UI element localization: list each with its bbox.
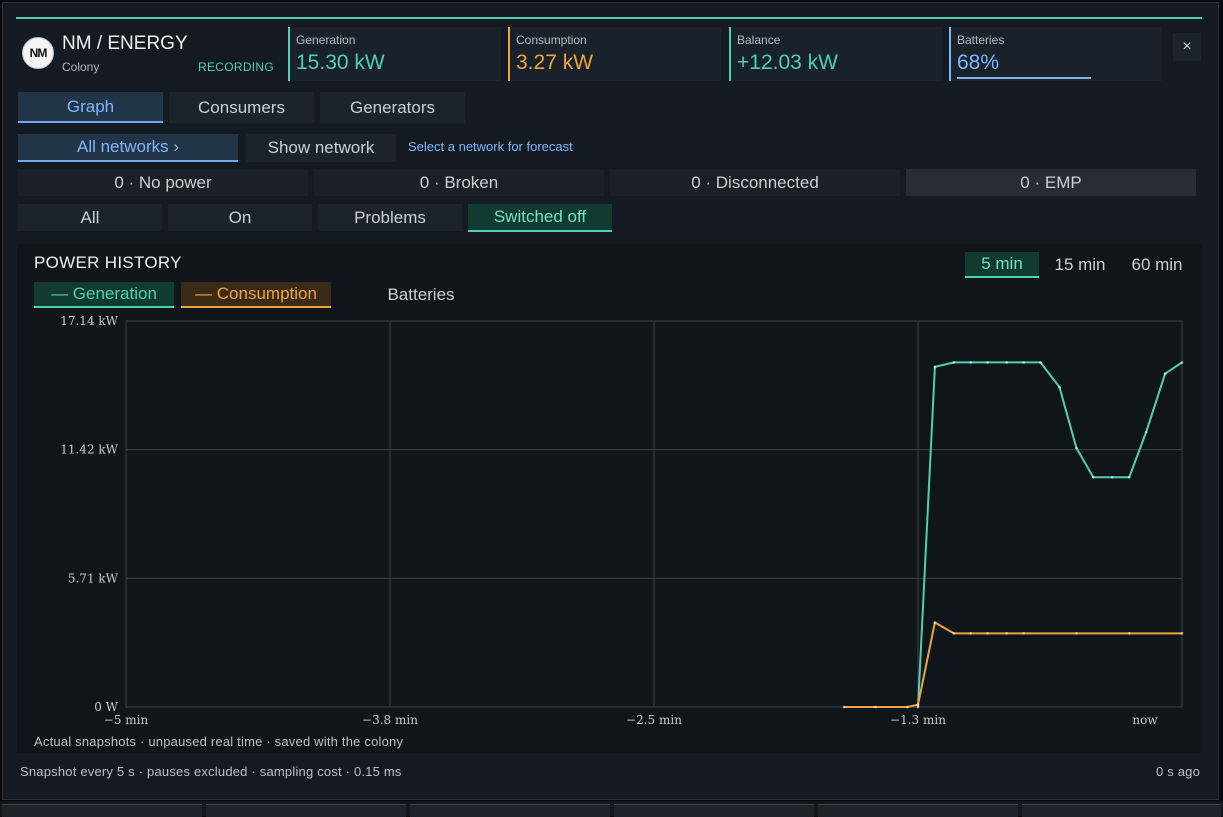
series-point-generation	[1111, 475, 1114, 479]
series-point-generation	[1180, 361, 1184, 364]
series-point-generation	[1058, 385, 1061, 389]
x-tick-label: −1.3 min	[890, 713, 946, 727]
series-line-consumption	[844, 621, 1182, 708]
series-point-generation	[986, 361, 989, 364]
bottom-tab[interactable]	[818, 804, 1018, 817]
series-point-generation	[1127, 475, 1131, 479]
series-point-consumption	[986, 632, 989, 635]
series-point-consumption	[1005, 632, 1009, 635]
bottom-tab[interactable]	[1022, 804, 1221, 817]
x-tick-label: −3.8 min	[362, 713, 418, 727]
chart-note: Actual snapshots · unpaused real time · …	[34, 734, 404, 749]
x-tick-label: now	[1132, 713, 1158, 727]
y-tick-label: 0 W	[94, 700, 118, 714]
series-point-consumption	[933, 621, 937, 624]
bottom-tab[interactable]	[614, 804, 814, 817]
series-point-consumption	[1022, 632, 1025, 635]
sampling-info: Snapshot every 5 s · pauses excluded · s…	[20, 764, 402, 779]
power-history-chart: 0 W 5.71 kW 11.42 kW 17.14 kW −5 min −3.8 min…	[60, 314, 1184, 727]
x-tick-label: −5 min	[104, 713, 149, 727]
series-point-generation	[1144, 430, 1148, 434]
bottom-tab-bar	[0, 801, 1223, 817]
bottom-tab[interactable]	[206, 804, 406, 817]
last-snapshot-age: 0 s ago	[1156, 764, 1201, 779]
bottom-tab[interactable]	[2, 804, 202, 817]
series-point-generation	[1039, 361, 1042, 364]
series-point-consumption	[969, 632, 973, 635]
series-point-generation	[1005, 361, 1009, 364]
bottom-tab[interactable]	[410, 804, 610, 817]
series-point-consumption	[874, 705, 878, 709]
series-point-consumption	[906, 705, 909, 709]
series-point-consumption	[952, 632, 956, 635]
series-point-consumption	[842, 705, 846, 709]
y-tick-label: 5.71 kW	[68, 571, 119, 585]
series-point-generation	[916, 705, 920, 709]
series-line-generation	[917, 361, 1183, 708]
series-point-consumption	[1180, 632, 1184, 635]
series-point-generation	[952, 361, 956, 364]
y-tick-label: 17.14 kW	[60, 314, 118, 328]
y-tick-label: 11.42 kW	[60, 443, 118, 457]
series-point-consumption	[1127, 632, 1131, 635]
series-point-generation	[933, 365, 937, 369]
x-tick-label: −2.5 min	[626, 713, 682, 727]
series-point-generation	[1022, 361, 1025, 364]
series-point-generation	[1075, 446, 1078, 450]
series-point-generation	[1163, 372, 1167, 375]
series-point-consumption	[1075, 632, 1078, 635]
series-point-generation	[969, 361, 973, 364]
series-point-consumption	[916, 703, 920, 707]
series-point-generation	[1091, 475, 1095, 479]
